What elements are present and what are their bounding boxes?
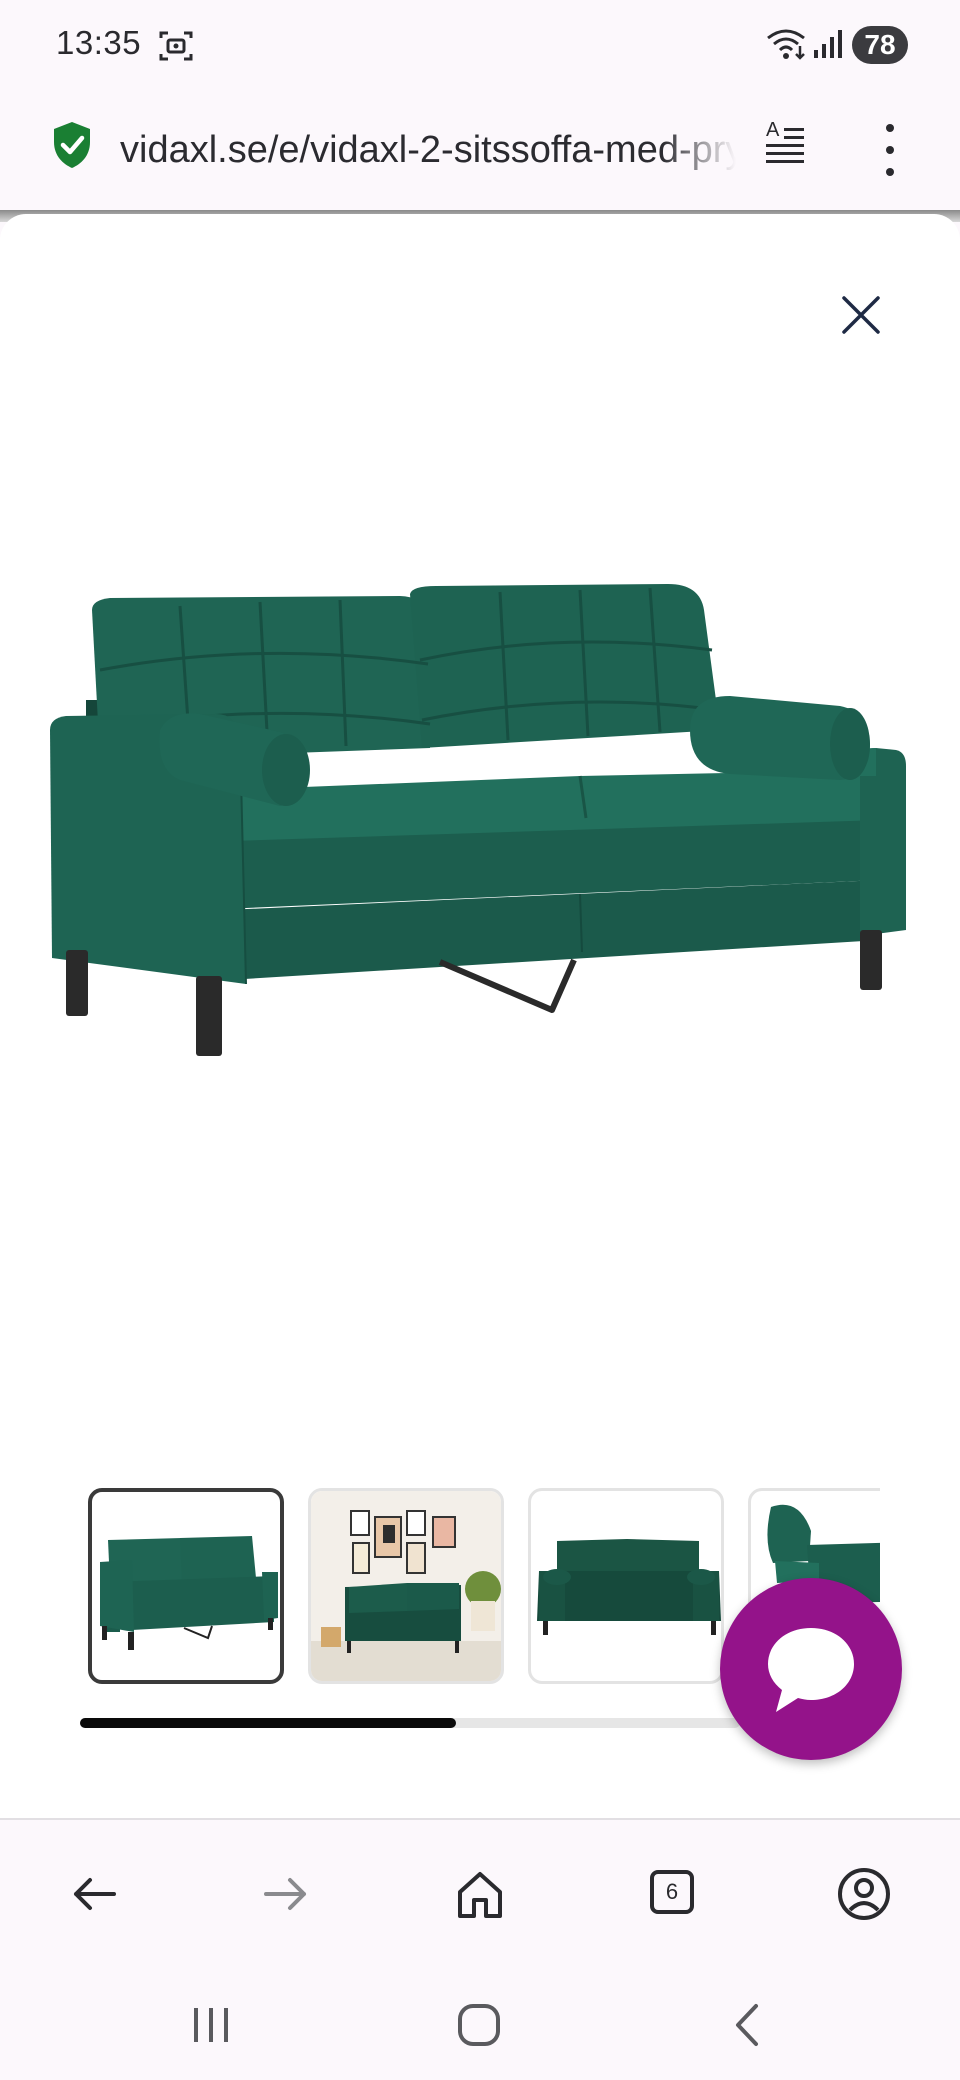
battery-indicator: 78 <box>852 26 908 64</box>
overflow-menu-icon[interactable] <box>872 114 908 186</box>
tab-count: 6 <box>650 1870 694 1914</box>
back-icon[interactable] <box>58 1858 130 1930</box>
tabs-icon[interactable]: 6 <box>636 1858 708 1930</box>
shield-check-icon[interactable] <box>50 120 94 175</box>
svg-text:A: A <box>766 119 780 141</box>
browser-url-bar: vidaxl.se/e/vidaxl-2-sitssoffa-med-prydn… <box>0 92 960 212</box>
system-navigation-bar <box>0 1970 960 2080</box>
signal-icon <box>812 28 844 65</box>
chat-button[interactable] <box>720 1578 902 1760</box>
screen-record-icon <box>158 28 194 69</box>
close-icon[interactable] <box>836 290 886 340</box>
status-time: 13:35 <box>56 24 142 61</box>
reader-mode-icon[interactable]: A <box>764 116 808 171</box>
thumbnail-scrollbar-thumb[interactable] <box>80 1718 457 1728</box>
product-main-image[interactable] <box>40 580 920 1120</box>
thumbnail-scrollbar[interactable] <box>80 1718 740 1728</box>
status-bar: 13:35 78 <box>0 0 960 92</box>
recents-icon[interactable] <box>186 2000 236 2055</box>
thumbnail-1[interactable] <box>88 1488 284 1684</box>
forward-icon[interactable] <box>250 1858 322 1930</box>
url-text[interactable]: vidaxl.se/e/vidaxl-2-sitssoffa-med-prydn… <box>120 120 736 180</box>
account-icon[interactable] <box>828 1858 900 1930</box>
chat-bubble-icon <box>768 1628 854 1712</box>
thumbnail-2[interactable] <box>308 1488 504 1684</box>
thumbnail-3[interactable] <box>528 1488 724 1684</box>
wifi-icon <box>764 26 808 67</box>
back-chevron-icon[interactable] <box>724 2000 774 2055</box>
home-icon[interactable] <box>444 1858 516 1930</box>
browser-bottom-toolbar: 6 <box>0 1818 960 1972</box>
home-circle-icon[interactable] <box>454 2000 504 2055</box>
